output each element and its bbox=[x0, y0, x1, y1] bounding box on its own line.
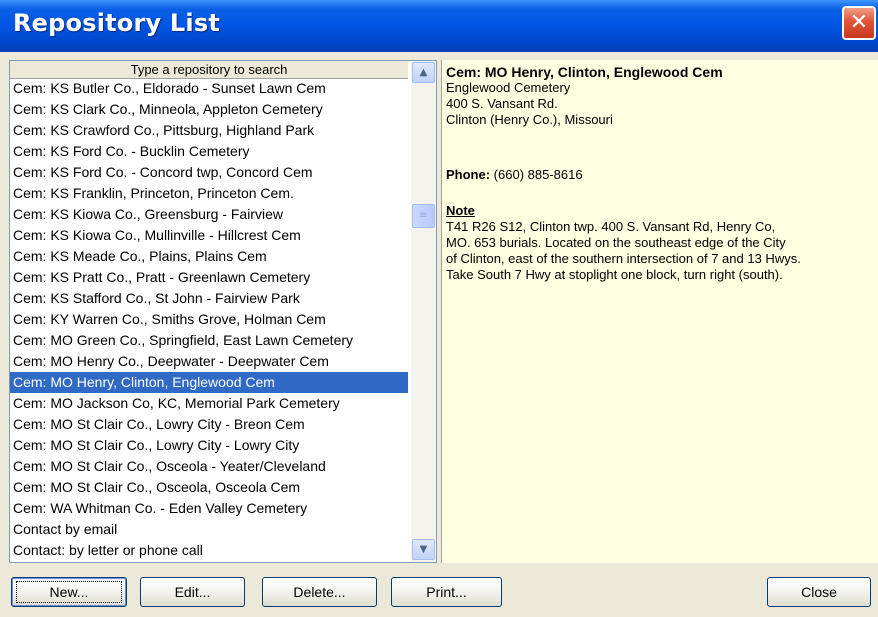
repository-details-panel: Cem: MO Henry, Clinton, Englewood Cem En… bbox=[441, 60, 878, 563]
note-line-1: T41 R26 S12, Clinton twp. 400 S. Vansant… bbox=[446, 219, 776, 234]
note-line-4: Take South 7 Hwy at stoplight one block,… bbox=[446, 267, 783, 282]
search-header[interactable]: Type a repository to search bbox=[10, 61, 408, 79]
window-close-button[interactable]: ✕ bbox=[842, 6, 876, 40]
list-item[interactable]: Cem: MO Henry Co., Deepwater - Deepwater… bbox=[10, 351, 408, 372]
list-item[interactable]: Cem: KS Meade Co., Plains, Plains Cem bbox=[10, 246, 408, 267]
note-label: Note bbox=[446, 203, 475, 218]
address-line-1: Englewood Cemetery bbox=[446, 80, 571, 95]
list-item[interactable]: Contact by email bbox=[10, 519, 408, 540]
list-item[interactable]: Cem: KS Kiowa Co., Greensburg - Fairview bbox=[10, 204, 408, 225]
note-line-2: MO. 653 burials. Located on the southeas… bbox=[446, 235, 786, 250]
list-item-selected[interactable]: Cem: MO Henry, Clinton, Englewood Cem bbox=[10, 372, 408, 393]
delete-button[interactable]: Delete... bbox=[262, 577, 377, 607]
arrow-up-icon: ▲ bbox=[419, 67, 428, 78]
scroll-thumb[interactable]: ≡ bbox=[412, 204, 435, 228]
delete-button-label: Delete... bbox=[293, 584, 346, 600]
repository-rows: Cem: KS Butler Co., Eldorado - Sunset La… bbox=[10, 78, 408, 561]
list-item[interactable]: Cem: WA Whitman Co. - Eden Valley Cemete… bbox=[10, 498, 408, 519]
title-bar[interactable]: Repository List ✕ bbox=[0, 0, 878, 52]
list-item[interactable]: Cem: KS Stafford Co., St John - Fairview… bbox=[10, 288, 408, 309]
list-item[interactable]: Cem: KS Crawford Co., Pittsburg, Highlan… bbox=[10, 120, 408, 141]
scroll-up-button[interactable]: ▲ bbox=[412, 62, 435, 83]
list-item[interactable]: Cem: KS Franklin, Princeton, Princeton C… bbox=[10, 183, 408, 204]
list-item[interactable]: Cem: KS Kiowa Co., Mullinville - Hillcre… bbox=[10, 225, 408, 246]
edit-button[interactable]: Edit... bbox=[140, 577, 245, 607]
phone-value: (660) 885-8616 bbox=[490, 167, 583, 182]
close-button[interactable]: Close bbox=[767, 577, 871, 607]
close-button-label: Close bbox=[801, 584, 837, 600]
details-title: Cem: MO Henry, Clinton, Englewood Cem bbox=[446, 64, 723, 80]
vertical-scrollbar[interactable]: ▲ ≡ ▼ bbox=[411, 61, 436, 562]
phone-label: Phone: bbox=[446, 167, 491, 182]
new-button[interactable]: New... bbox=[11, 577, 127, 607]
window-title: Repository List bbox=[13, 9, 221, 37]
button-bar: New... Edit... Delete... Print... Close bbox=[0, 568, 878, 617]
close-icon: ✕ bbox=[849, 10, 869, 35]
list-item[interactable]: Cem: MO St Clair Co., Lowry City - Lowry… bbox=[10, 435, 408, 456]
edit-button-label: Edit... bbox=[174, 584, 211, 600]
repository-listbox[interactable]: Type a repository to search Cem: KS Butl… bbox=[9, 60, 437, 563]
list-item[interactable]: Cem: MO Green Co., Springfield, East Law… bbox=[10, 330, 408, 351]
list-item[interactable]: Cem: KS Clark Co., Minneola, Appleton Ce… bbox=[10, 99, 408, 120]
list-item[interactable]: Cem: MO Jackson Co, KC, Memorial Park Ce… bbox=[10, 393, 408, 414]
list-item[interactable]: Cem: KS Pratt Co., Pratt - Greenlawn Cem… bbox=[10, 267, 408, 288]
list-item[interactable]: Cem: MO St Clair Co., Osceola - Yeater/C… bbox=[10, 456, 408, 477]
phone-line: Phone: (660) 885-8616 bbox=[446, 167, 878, 183]
grip-icon: ≡ bbox=[419, 210, 428, 221]
print-button[interactable]: Print... bbox=[391, 577, 502, 607]
address-line-3: Clinton (Henry Co.), Missouri bbox=[446, 112, 613, 127]
arrow-down-icon: ▼ bbox=[419, 544, 428, 555]
list-item[interactable]: Cem: KS Ford Co. - Concord twp, Concord … bbox=[10, 162, 408, 183]
list-item[interactable]: Cem: KS Butler Co., Eldorado - Sunset La… bbox=[10, 78, 408, 99]
scroll-down-button[interactable]: ▼ bbox=[412, 539, 435, 560]
address-line-2: 400 S. Vansant Rd. bbox=[446, 96, 558, 111]
list-item[interactable]: Cem: KY Warren Co., Smiths Grove, Holman… bbox=[10, 309, 408, 330]
note-line-3: of Clinton, east of the southern interse… bbox=[446, 251, 801, 266]
print-button-label: Print... bbox=[426, 584, 467, 600]
list-item[interactable]: Contact: by letter or phone call bbox=[10, 540, 408, 561]
list-item[interactable]: Cem: MO St Clair Co., Osceola, Osceola C… bbox=[10, 477, 408, 498]
repository-list-window: Repository List ✕ Type a repository to s… bbox=[0, 0, 878, 617]
list-item[interactable]: Cem: KS Ford Co. - Bucklin Cemetery bbox=[10, 141, 408, 162]
list-item[interactable]: Cem: MO St Clair Co., Lowry City - Breon… bbox=[10, 414, 408, 435]
